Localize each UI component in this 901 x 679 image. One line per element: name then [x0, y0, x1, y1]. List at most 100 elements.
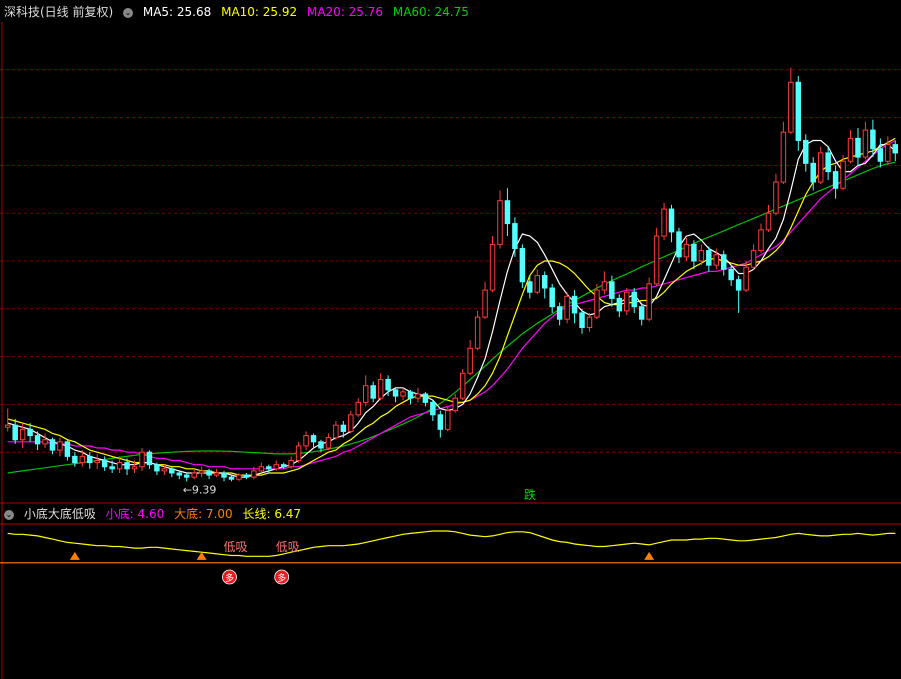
sub-header: ⌄ 小底大底低吸 小底: 4.60 大底: 7.00 长线: 6.47: [4, 506, 307, 522]
candle-body: [743, 266, 749, 291]
candle-body: [467, 347, 473, 374]
candle-63: [474, 310, 481, 351]
candle-body: [318, 441, 324, 449]
candle-body: [579, 312, 585, 329]
candle-body: [79, 455, 86, 464]
candle-body: [400, 391, 406, 397]
candle-body: [556, 306, 563, 320]
candle-body: [72, 455, 78, 464]
candle-body: [213, 472, 220, 476]
candle-body: [385, 378, 391, 391]
xiaodi-value: 小底: 4.60: [105, 507, 165, 521]
ma5-value: MA5: 25.68: [142, 5, 212, 19]
candle-body: [661, 208, 667, 237]
candle-body: [101, 460, 108, 468]
candle-body: [803, 139, 809, 164]
chart-canvas: ←9.39 跌低吸多 低吸多: [0, 0, 901, 679]
candle-body: [87, 455, 93, 464]
candle-body: [325, 437, 332, 449]
candle-body: [310, 435, 317, 443]
candle-body: [228, 476, 235, 480]
candle-body: [497, 200, 503, 245]
candle-65: [489, 236, 496, 293]
candle-body: [34, 435, 41, 445]
candle-body: [855, 137, 861, 158]
candle-body: [862, 129, 869, 158]
candle-body: [474, 316, 481, 349]
candle-75: [564, 292, 570, 324]
candle-body: [27, 428, 33, 437]
candle-body: [49, 439, 56, 451]
candle-body: [840, 160, 846, 189]
candle-61: [459, 369, 466, 401]
candle-body: [653, 235, 660, 285]
candle-body: [758, 229, 764, 252]
candle-body: [288, 460, 294, 468]
candle-body: [169, 468, 175, 474]
candle-69: [519, 244, 526, 289]
candle-body: [161, 468, 168, 472]
candle-body: [541, 275, 548, 289]
candle-106: [795, 76, 802, 151]
candle-body: [131, 466, 138, 470]
chevron-down-icon[interactable]: ⌄: [4, 509, 14, 520]
candle-body: [817, 152, 824, 183]
candle-body: [258, 466, 265, 472]
candle-body: [870, 129, 876, 150]
candle-body: [788, 81, 794, 133]
candle-body: [564, 295, 570, 320]
buy-label-1: 低吸: [223, 540, 247, 554]
candle-83: [624, 288, 630, 316]
candle-body: [706, 250, 712, 266]
candle-body: [750, 250, 757, 268]
ma10-value: MA10: 25.92: [221, 5, 298, 19]
chevron-down-icon[interactable]: ⌄: [123, 7, 134, 18]
changxian-value: 长线: 6.47: [242, 507, 302, 521]
main-header: 深科技(日线 前复权) ⌄ MA5: 25.68 MA10: 25.92 MA2…: [4, 4, 475, 20]
candle-body: [12, 424, 18, 441]
candle-body: [221, 472, 227, 478]
candle-body: [683, 243, 690, 258]
candle-body: [765, 212, 772, 231]
candle-86: [646, 277, 652, 322]
candle-body: [94, 460, 100, 464]
candle-body: [892, 144, 899, 154]
fall-label: 跌: [524, 487, 536, 502]
candle-body: [415, 393, 421, 399]
candle-body: [601, 281, 608, 291]
candle-body: [348, 414, 354, 432]
candle-body: [877, 148, 884, 162]
candle-body: [847, 137, 854, 162]
candle-body: [527, 281, 533, 293]
ma20-value: MA20: 25.76: [306, 5, 384, 19]
candle-body: [668, 208, 675, 233]
ma60-value: MA60: 24.75: [392, 5, 469, 19]
candle-body: [64, 441, 71, 457]
candle-body: [445, 410, 451, 430]
candle-body: [504, 200, 511, 225]
candle-body: [728, 268, 734, 281]
candle-body: [422, 393, 429, 403]
candle-body: [303, 435, 309, 447]
candle-body: [4, 424, 11, 428]
candle-body: [825, 152, 831, 173]
candle-body: [139, 451, 145, 468]
candle-body: [273, 464, 279, 470]
candle-body: [489, 243, 496, 291]
candle-body: [616, 297, 623, 312]
candle-body: [549, 287, 555, 308]
candle-body: [646, 283, 652, 320]
candle-body: [236, 474, 242, 480]
candle-59: [445, 406, 451, 432]
candle-body: [407, 391, 414, 399]
candle-body: [638, 306, 645, 320]
candle-body: [885, 144, 891, 162]
candle-body: [266, 466, 272, 470]
dadi-value: 大底: 7.00: [174, 507, 233, 521]
candle-body: [519, 248, 526, 283]
candle-body: [19, 428, 26, 441]
candle-body: [780, 131, 787, 183]
coin-label: 多: [225, 572, 234, 584]
candle-body: [571, 295, 578, 314]
candle-body: [362, 385, 369, 403]
